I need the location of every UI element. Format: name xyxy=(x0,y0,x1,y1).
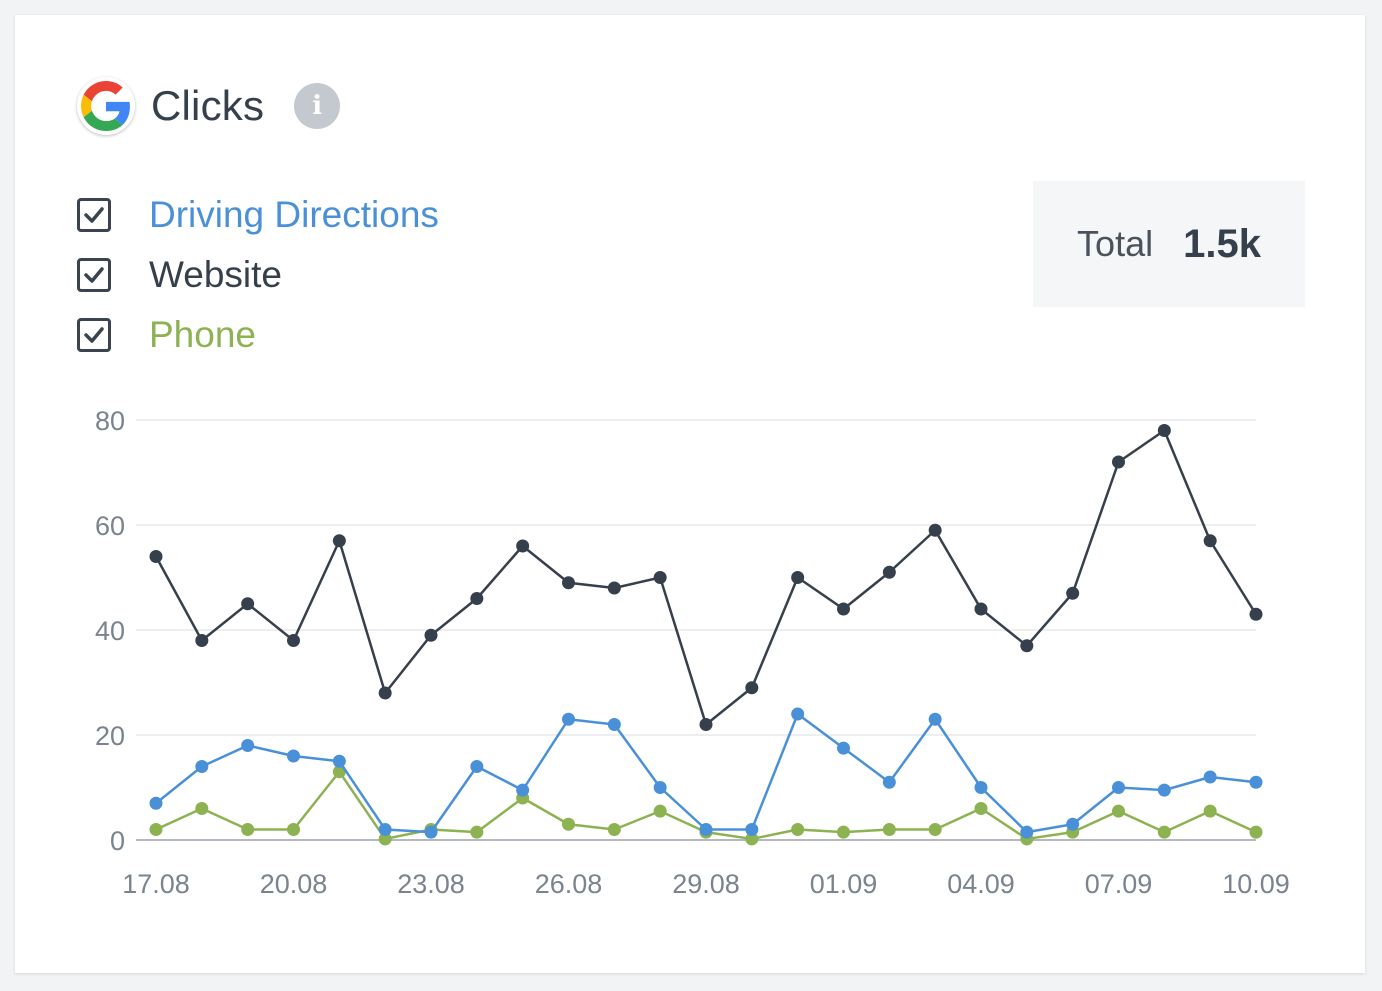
data-point-website xyxy=(195,634,209,647)
series-line-website xyxy=(154,429,1258,726)
x-tick-label: 26.08 xyxy=(535,869,603,899)
data-point-phone xyxy=(195,802,209,815)
data-point-phone xyxy=(562,817,575,831)
data-point-website xyxy=(882,565,896,579)
y-tick-label: 0 xyxy=(110,826,125,856)
data-point-driving-directions xyxy=(149,796,163,810)
y-tick-label: 60 xyxy=(95,511,125,541)
data-point-website xyxy=(837,602,850,616)
x-tick-label: 10.09 xyxy=(1222,869,1290,899)
x-tick-label: 17.08 xyxy=(122,869,190,899)
data-point-driving-directions xyxy=(699,823,713,836)
data-point-website xyxy=(745,681,759,695)
data-point-driving-directions xyxy=(607,718,621,731)
data-point-website xyxy=(1020,639,1034,653)
data-point-website xyxy=(424,628,438,642)
data-point-driving-directions xyxy=(562,712,575,726)
data-point-website xyxy=(699,718,713,731)
y-tick-label: 80 xyxy=(95,406,125,436)
data-point-phone xyxy=(1157,825,1171,839)
data-point-website xyxy=(332,534,346,548)
data-point-driving-directions xyxy=(470,760,484,773)
data-point-website xyxy=(241,597,255,611)
data-point-driving-directions xyxy=(653,781,667,794)
data-point-driving-directions xyxy=(195,760,209,773)
data-point-driving-directions xyxy=(1020,825,1034,839)
data-point-website xyxy=(378,686,392,700)
data-point-website xyxy=(1157,424,1171,437)
data-point-website xyxy=(791,571,805,584)
data-point-phone xyxy=(287,823,300,836)
data-point-website xyxy=(1066,586,1080,600)
data-point-website xyxy=(470,592,484,605)
x-tick-label: 23.08 xyxy=(397,869,465,899)
series-line-driving-directions xyxy=(155,712,1257,834)
data-point-phone xyxy=(653,804,667,818)
data-point-driving-directions xyxy=(378,823,392,836)
data-point-website xyxy=(653,571,667,584)
x-tick-label: 04.09 xyxy=(947,869,1015,899)
data-point-driving-directions xyxy=(837,741,850,755)
data-point-driving-directions xyxy=(332,754,346,768)
data-point-phone xyxy=(837,825,850,839)
data-point-phone xyxy=(974,802,988,815)
data-point-website xyxy=(1112,455,1125,469)
data-point-website xyxy=(1203,534,1217,548)
data-point-website xyxy=(1249,607,1263,621)
y-tick-label: 20 xyxy=(95,721,125,751)
data-point-driving-directions xyxy=(882,775,896,789)
data-point-phone xyxy=(882,823,896,836)
data-point-driving-directions xyxy=(1066,817,1080,831)
data-point-driving-directions xyxy=(1157,783,1171,797)
data-point-driving-directions xyxy=(791,707,805,721)
data-point-driving-directions xyxy=(1249,775,1263,789)
data-point-driving-directions xyxy=(424,825,438,839)
data-point-phone xyxy=(241,823,255,836)
data-point-website xyxy=(974,602,988,616)
data-point-website xyxy=(149,550,163,563)
data-point-phone xyxy=(1203,804,1217,818)
x-tick-label: 20.08 xyxy=(260,869,328,899)
data-point-driving-directions xyxy=(287,749,300,763)
data-point-website xyxy=(928,523,942,537)
data-point-driving-directions xyxy=(974,781,988,794)
data-point-phone xyxy=(791,823,805,836)
clicks-line-chart: 0 20 40 60 80 17.08 20.08 23.08 26.08 29.08 01.09 0… xyxy=(95,406,1290,899)
x-tick-label: 07.09 xyxy=(1085,869,1153,899)
clicks-card: Clicks i Driving Directions Website Phon… xyxy=(15,15,1365,973)
data-point-phone xyxy=(470,825,484,839)
data-point-driving-directions xyxy=(745,823,759,836)
data-point-website xyxy=(562,576,575,590)
data-point-phone xyxy=(149,823,163,836)
data-point-driving-directions xyxy=(928,712,942,726)
y-tick-label: 40 xyxy=(95,616,125,646)
data-point-driving-directions xyxy=(241,739,255,752)
x-tick-label: 01.09 xyxy=(810,869,878,899)
data-point-phone xyxy=(607,823,621,836)
data-point-phone xyxy=(1112,804,1125,818)
data-point-website xyxy=(516,539,530,553)
data-point-phone xyxy=(928,823,942,836)
x-tick-label: 29.08 xyxy=(672,869,740,899)
data-point-phone xyxy=(1249,825,1263,839)
data-point-website xyxy=(607,581,621,595)
data-point-website xyxy=(287,634,300,647)
data-point-driving-directions xyxy=(1112,781,1125,794)
data-point-driving-directions xyxy=(1203,770,1217,784)
data-point-driving-directions xyxy=(516,783,530,797)
